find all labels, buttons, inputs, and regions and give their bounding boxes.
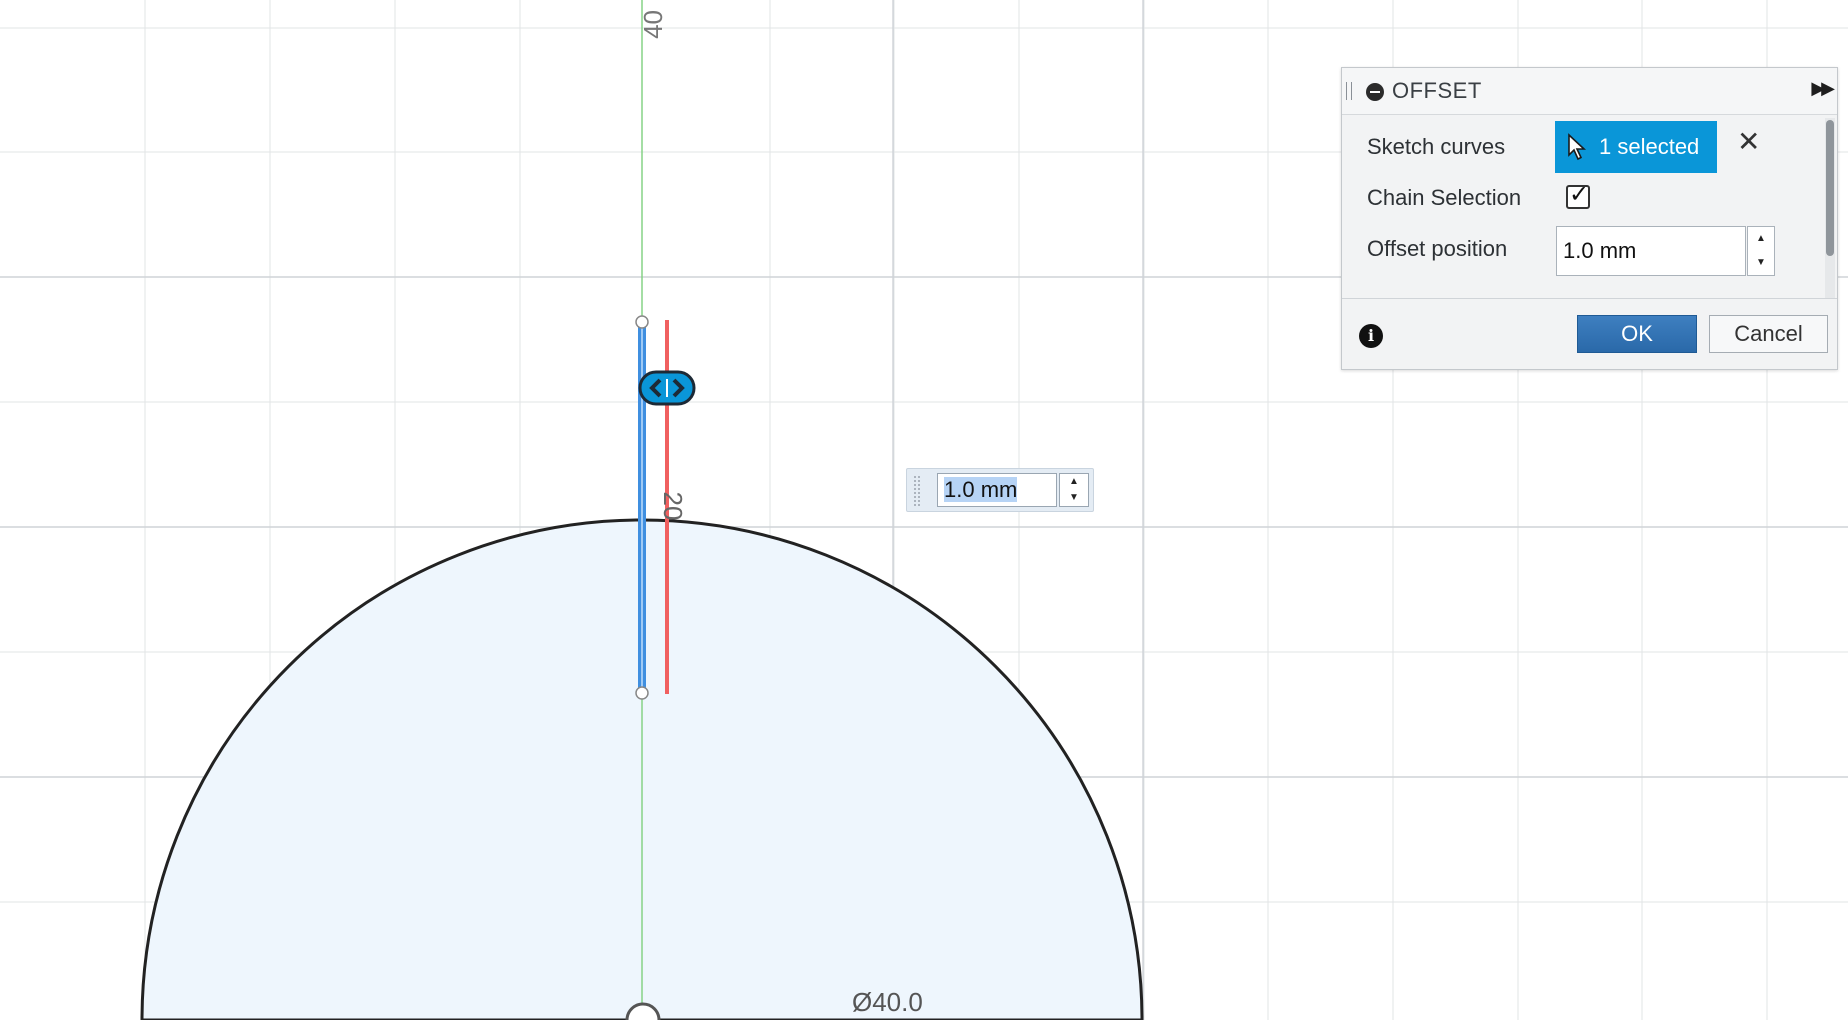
offset-position-label: Offset position <box>1367 236 1508 261</box>
dimension-top[interactable]: 40 <box>638 10 668 39</box>
dimension-line-length[interactable]: 20 <box>658 492 688 521</box>
offset-dialog: OFFSET ▶▶ Sketch curves 1 selected ✕ Cha… <box>1341 67 1838 370</box>
drag-grip[interactable] <box>913 475 921 507</box>
offset-position-stepper[interactable]: ▲ ▼ <box>1747 226 1775 276</box>
selection-count: 1 selected <box>1599 134 1700 159</box>
scrollbar-thumb[interactable] <box>1826 120 1834 256</box>
expand-icon[interactable]: ▶▶ <box>1811 78 1835 99</box>
decrement-arrow-icon[interactable]: ▼ <box>1060 490 1088 506</box>
offset-position-input[interactable]: 1.0 mm <box>1556 226 1746 276</box>
cursor-arrow-icon <box>1568 133 1587 161</box>
chain-selection-checkbox[interactable]: ✓ <box>1566 181 1590 209</box>
drag-handle-icon[interactable] <box>1346 82 1352 100</box>
collapse-icon[interactable] <box>1366 83 1384 101</box>
dialog-footer: i OK Cancel <box>1342 299 1837 369</box>
floating-offset-input[interactable]: 1.0 mm ▲ ▼ <box>906 468 1094 512</box>
dialog-scrollbar[interactable] <box>1825 118 1835 298</box>
dimension-circle-diameter[interactable]: Ø40.0 <box>852 987 923 1017</box>
increment-arrow-icon[interactable]: ▲ <box>1060 474 1088 490</box>
clear-selection-icon[interactable]: ✕ <box>1737 128 1760 156</box>
offset-drag-handle[interactable] <box>638 370 696 406</box>
cancel-button[interactable]: Cancel <box>1709 315 1828 353</box>
checkmark-icon: ✓ <box>1569 181 1590 208</box>
line-endpoint-bottom[interactable] <box>635 686 649 700</box>
chain-selection-label: Chain Selection <box>1367 185 1522 210</box>
decrement-arrow-icon[interactable]: ▼ <box>1748 251 1774 275</box>
dialog-body: Sketch curves 1 selected ✕ Chain Selecti… <box>1342 114 1837 299</box>
increment-arrow-icon[interactable]: ▲ <box>1748 227 1774 251</box>
floating-offset-field[interactable]: 1.0 mm <box>937 473 1057 507</box>
sketch-curves-selection-button[interactable]: 1 selected <box>1555 121 1717 173</box>
line-endpoint-top[interactable] <box>635 315 649 329</box>
info-icon[interactable]: i <box>1359 324 1383 348</box>
ok-button[interactable]: OK <box>1577 315 1697 353</box>
floating-offset-stepper[interactable]: ▲ ▼ <box>1059 473 1089 507</box>
dialog-title: OFFSET <box>1392 78 1482 103</box>
sketch-curves-label: Sketch curves <box>1367 134 1506 159</box>
dialog-header[interactable]: OFFSET ▶▶ <box>1342 68 1837 115</box>
